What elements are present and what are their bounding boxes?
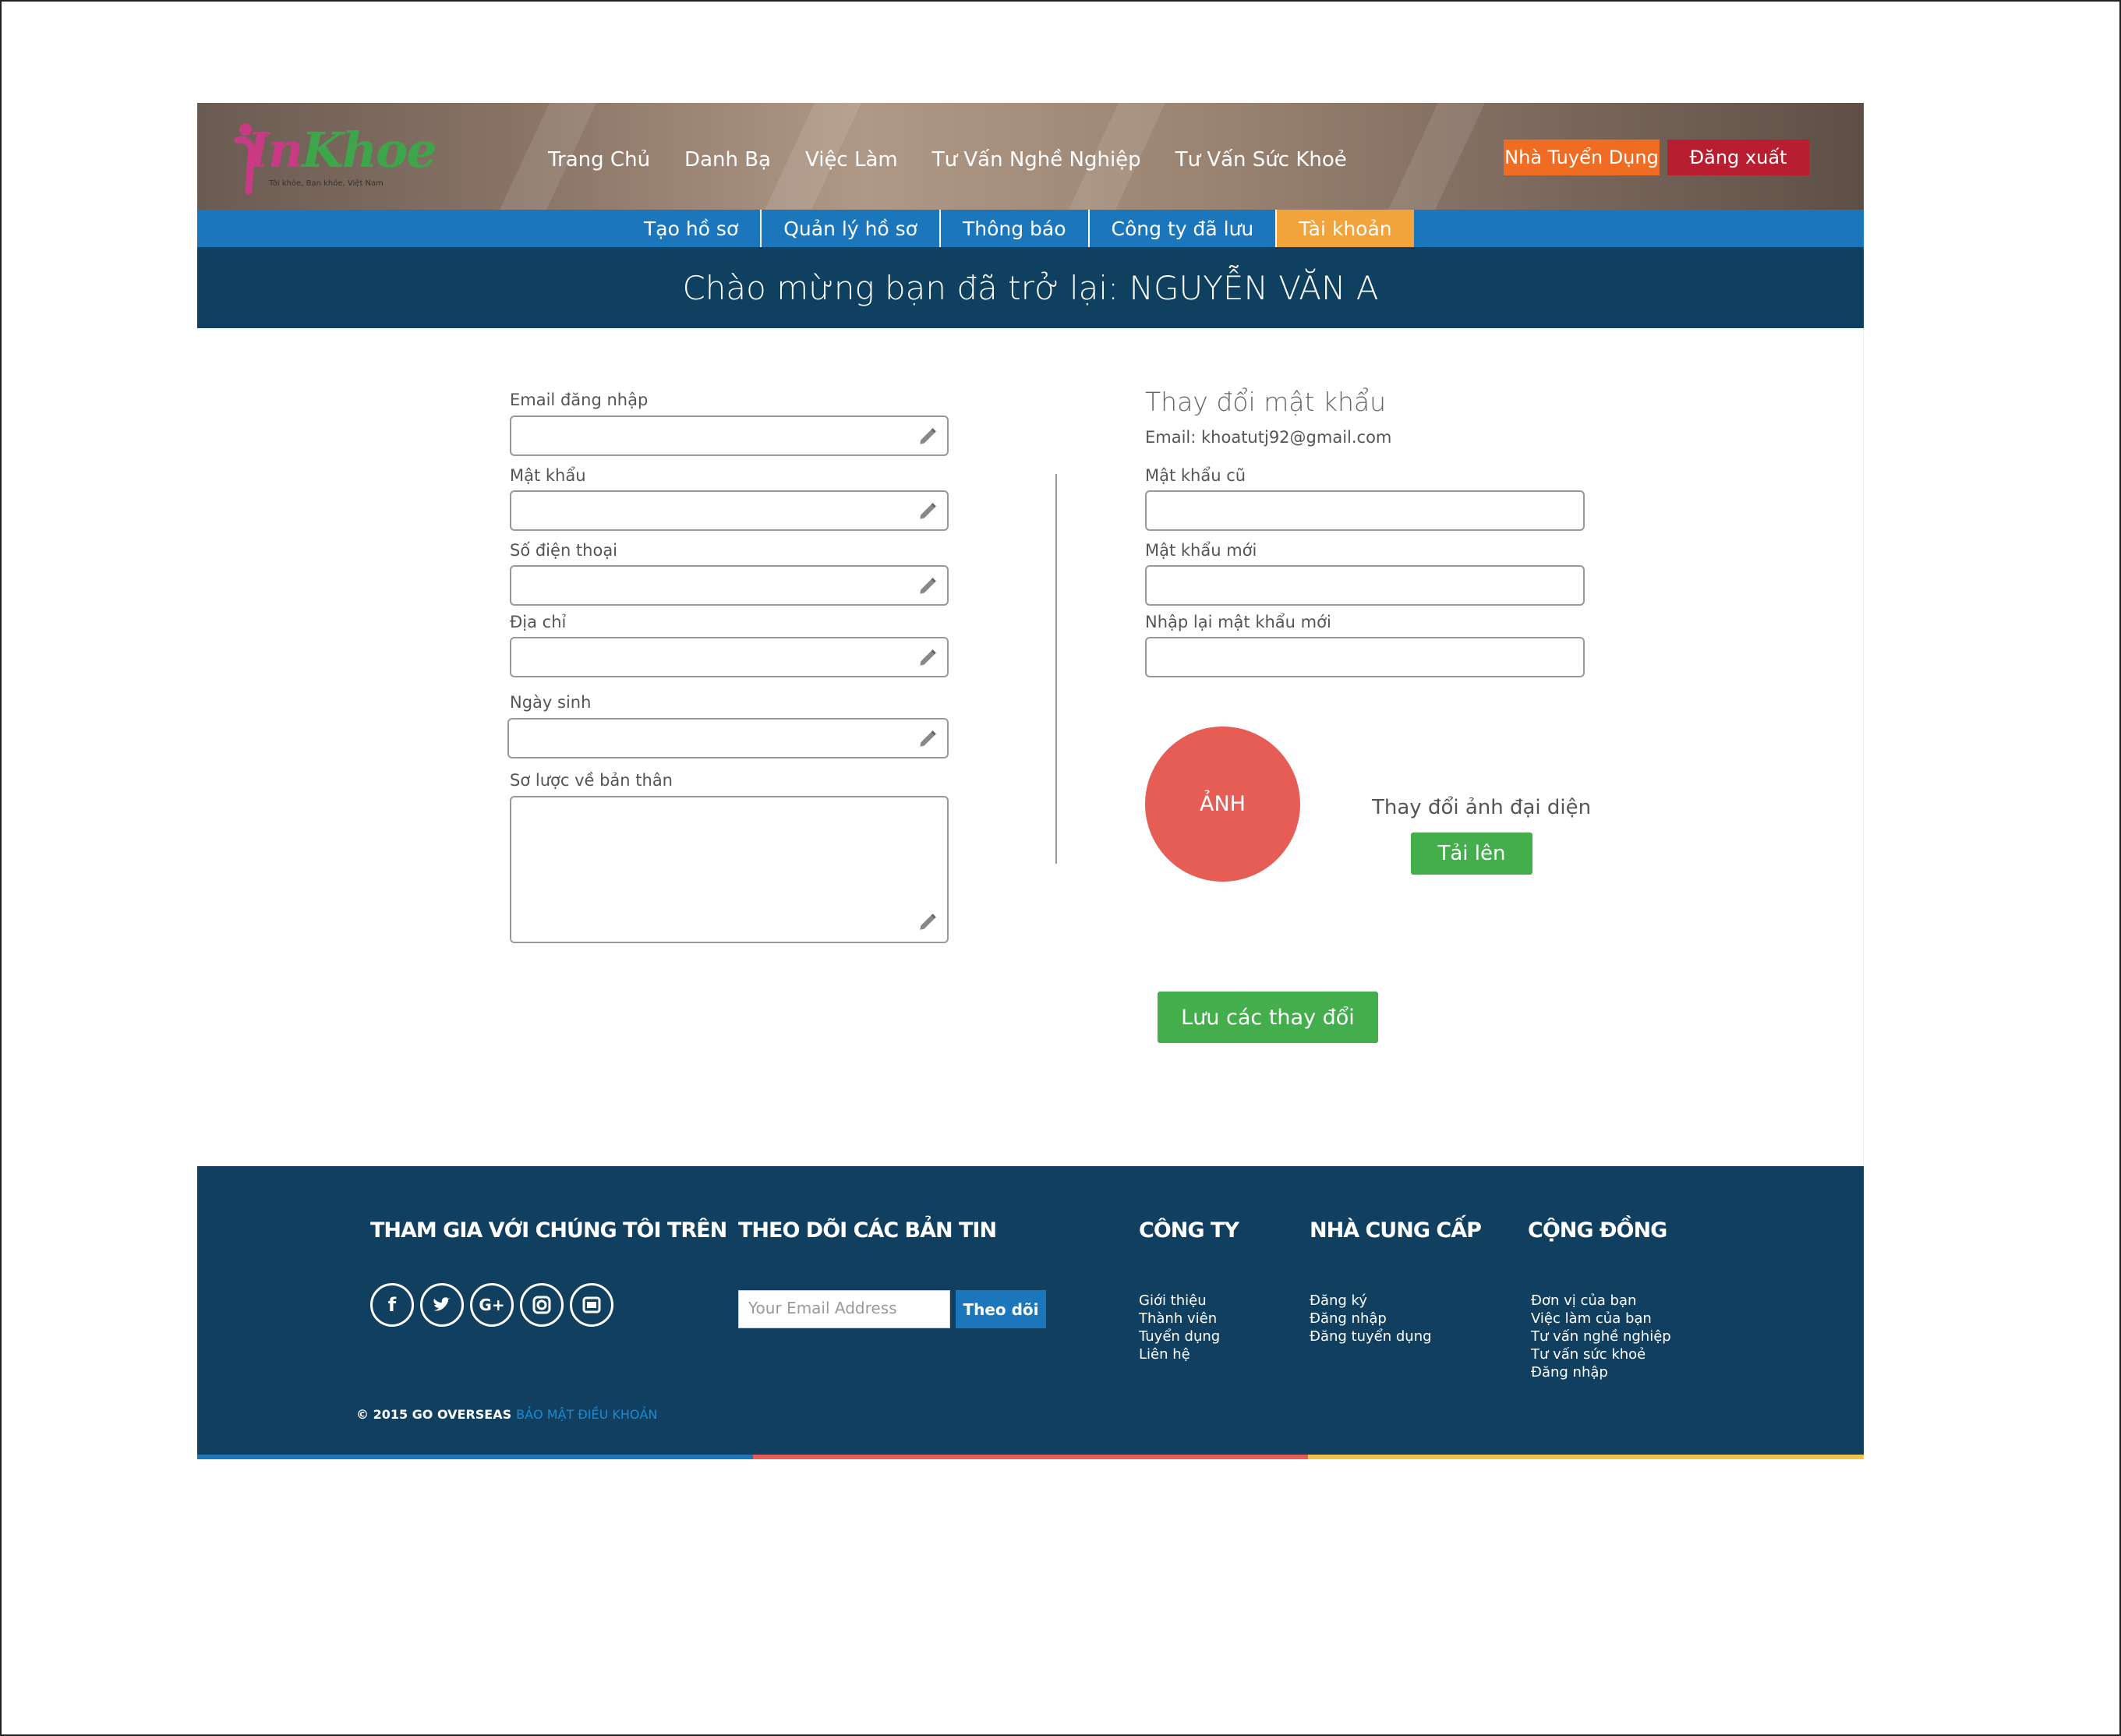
footer-company-heading: CÔNG TY — [1139, 1218, 1239, 1243]
site-footer: THAM GIA VỚI CHÚNG TÔI TRÊN THEO DÕI CÁC… — [197, 1166, 1865, 1459]
footer-provider-heading: NHÀ CUNG CẤP — [1310, 1218, 1482, 1243]
footer-link-community-login[interactable]: Đăng nhập — [1531, 1364, 1671, 1381]
provider-links: Đăng ký Đăng nhập Đăng tuyển dụng — [1310, 1292, 1432, 1345]
change-password-title: Thay đổi mật khẩu — [1145, 387, 1387, 417]
community-links: Đơn vị của bạn Việc làm của bạn Tư vấn n… — [1531, 1292, 1671, 1381]
bio-label: Sơ lược về bản thân — [510, 771, 673, 790]
nav-directory[interactable]: Danh Bạ — [684, 148, 771, 171]
footer-link-register[interactable]: Đăng ký — [1310, 1292, 1432, 1310]
old-password-label: Mật khẩu cũ — [1145, 466, 1246, 485]
employer-button[interactable]: Nhà Tuyển Dụng — [1504, 140, 1660, 175]
account-content: Email đăng nhập Mật khẩu Số điện thoại Đ… — [197, 328, 1864, 1166]
new-password-field[interactable] — [1145, 565, 1585, 606]
email-label: Email đăng nhập — [510, 391, 649, 409]
pencil-icon[interactable] — [917, 426, 938, 447]
footer-link-login[interactable]: Đăng nhập — [1310, 1310, 1432, 1328]
address-label: Địa chỉ — [510, 613, 567, 631]
copyright: © 2015 GO OVERSEAS BẢO MẬT ĐIỀU KHOẢN — [356, 1407, 657, 1422]
footer-link-recruitment[interactable]: Tuyển dụng — [1139, 1328, 1220, 1345]
logo-wordmark: InKhoe — [247, 122, 437, 179]
tab-create-profile[interactable]: Tạo hồ sơ — [622, 210, 762, 247]
google-plus-icon[interactable]: G+ — [470, 1283, 514, 1327]
social-links: f G+ — [370, 1283, 613, 1327]
terms-link[interactable]: BẢO MẬT ĐIỀU KHOẢN — [516, 1407, 657, 1422]
avatar-placeholder: ẢNH — [1145, 727, 1300, 882]
password-label: Mật khẩu — [510, 466, 586, 485]
new-password-label: Mật khẩu mới — [1145, 541, 1257, 560]
nav-health-advice[interactable]: Tư Vấn Sức Khoẻ — [1175, 148, 1347, 171]
newsletter-email-input[interactable]: Your Email Address — [738, 1290, 950, 1328]
footer-link-contact[interactable]: Liên hệ — [1139, 1346, 1220, 1363]
nav-home[interactable]: Trang Chủ — [548, 148, 650, 171]
phone-label: Số điện thoại — [510, 541, 618, 560]
pencil-icon[interactable] — [917, 729, 938, 749]
twitter-icon[interactable] — [420, 1283, 464, 1327]
tab-saved-companies[interactable]: Công ty đã lưu — [1090, 210, 1278, 247]
page: InKhoe Tôi khỏe, Bạn khỏe, Việt Nam Tran… — [197, 103, 1865, 1459]
footer-link-about[interactable]: Giới thiệu — [1139, 1292, 1220, 1310]
subscribe-button[interactable]: Theo dõi — [956, 1290, 1046, 1328]
pencil-icon[interactable] — [917, 648, 938, 668]
account-subnav: Tạo hồ sơ Quản lý hồ sơ Thông báo Công t… — [197, 210, 1864, 247]
tab-account[interactable]: Tài khoản — [1277, 210, 1414, 247]
company-links: Giới thiệu Thành viên Tuyển dụng Liên hệ — [1139, 1292, 1220, 1363]
pencil-icon[interactable] — [917, 501, 938, 522]
footer-link-career-advice[interactable]: Tư vấn nghề nghiệp — [1531, 1328, 1671, 1345]
footer-color-bar — [197, 1455, 1865, 1459]
birthday-field[interactable] — [507, 718, 949, 758]
youtube-icon[interactable] — [570, 1283, 613, 1327]
pencil-icon[interactable] — [917, 576, 938, 596]
color-bar-red — [752, 1455, 1309, 1459]
email-field[interactable] — [510, 415, 949, 456]
footer-newsletter-heading: THEO DÕI CÁC BẢN TIN — [738, 1218, 997, 1243]
color-bar-yellow — [1308, 1455, 1865, 1459]
welcome-banner: Chào mừng bạn đã trở lại: NGUYỄN VĂN A — [197, 247, 1864, 328]
phone-field[interactable] — [510, 565, 949, 606]
save-changes-button[interactable]: Lưu các thay đổi — [1158, 992, 1378, 1043]
site-logo[interactable]: InKhoe Tôi khỏe, Bạn khỏe, Việt Nam — [230, 117, 437, 195]
footer-link-post-job[interactable]: Đăng tuyển dụng — [1310, 1328, 1432, 1345]
old-password-field[interactable] — [1145, 490, 1585, 531]
nav-jobs[interactable]: Việc Làm — [805, 148, 898, 171]
confirm-password-label: Nhập lại mật khẩu mới — [1145, 613, 1331, 631]
address-field[interactable] — [510, 637, 949, 677]
footer-link-your-unit[interactable]: Đơn vị của bạn — [1531, 1292, 1671, 1310]
main-nav: Trang Chủ Danh Bạ Việc Làm Tư Vấn Nghề N… — [548, 148, 1347, 171]
column-divider — [1055, 474, 1057, 864]
account-email: Email: khoatutj92@gmail.com — [1145, 428, 1392, 447]
footer-link-health-advice[interactable]: Tư vấn sức khoẻ — [1531, 1346, 1671, 1363]
instagram-icon[interactable] — [520, 1283, 564, 1327]
change-avatar-label: Thay đổi ảnh đại diện — [1372, 796, 1592, 819]
logout-button[interactable]: Đăng xuất — [1667, 140, 1809, 175]
footer-link-members[interactable]: Thành viên — [1139, 1310, 1220, 1328]
copyright-text: © 2015 GO OVERSEAS — [356, 1407, 512, 1422]
color-bar-blue — [197, 1455, 753, 1459]
upload-button[interactable]: Tải lên — [1411, 833, 1532, 875]
footer-link-your-jobs[interactable]: Việc làm của bạn — [1531, 1310, 1671, 1328]
header-bg-beam — [1388, 103, 1485, 210]
footer-join-heading: THAM GIA VỚI CHÚNG TÔI TRÊN — [370, 1218, 727, 1243]
logo-tagline: Tôi khỏe, Bạn khỏe, Việt Nam — [269, 179, 384, 188]
tab-manage-profile[interactable]: Quản lý hồ sơ — [762, 210, 941, 247]
birthday-label: Ngày sinh — [510, 693, 592, 712]
footer-community-heading: CỘNG ĐỒNG — [1528, 1218, 1667, 1243]
nav-career-advice[interactable]: Tư Vấn Nghề Nghiệp — [932, 148, 1141, 171]
facebook-icon[interactable]: f — [370, 1283, 414, 1327]
password-field[interactable] — [510, 490, 949, 531]
tab-notifications[interactable]: Thông báo — [941, 210, 1090, 247]
pencil-icon[interactable] — [917, 912, 938, 932]
confirm-password-field[interactable] — [1145, 637, 1585, 677]
site-header: InKhoe Tôi khỏe, Bạn khỏe, Việt Nam Tran… — [197, 103, 1864, 210]
bio-textarea[interactable] — [510, 796, 949, 943]
